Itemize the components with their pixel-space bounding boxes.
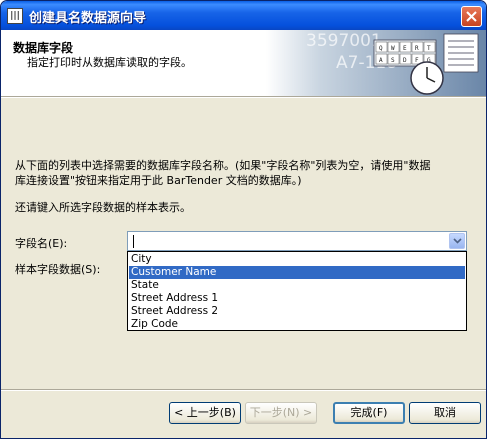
description-line-1: 从下面的列表中选择需要的数据库字段名称。(如果"字段名称"列表为空，请使用"数据 <box>15 159 431 172</box>
field-name-label: 字段名(E): <box>15 237 68 250</box>
close-button[interactable] <box>461 6 482 27</box>
key-t: T <box>427 45 431 52</box>
description-line-2: 库连接设置"按钮来指定用于此 BarTender 文档的数据库。) <box>15 174 302 187</box>
spreadsheet-icon <box>443 33 479 73</box>
key-f: F <box>415 57 419 64</box>
dropdown-button[interactable] <box>449 233 465 249</box>
wizard-window: ||| 创建具名数据源向导 数据库字段 指定打印时从数据库读取的字段。 3597… <box>0 0 487 439</box>
next-button[interactable]: 下一步(N) > <box>245 402 317 424</box>
wizard-header: 数据库字段 指定打印时从数据库读取的字段。 3597001 A7-118 Q W… <box>1 30 486 96</box>
header-illustration: 3597001 A7-118 Q W E R T A S D F G <box>266 30 486 96</box>
option-zip-code[interactable]: Zip Code <box>129 318 465 331</box>
option-customer-name[interactable]: Customer Name <box>129 266 465 279</box>
title-bar[interactable]: ||| 创建具名数据源向导 <box>1 1 486 30</box>
option-state[interactable]: State <box>129 279 465 292</box>
header-art-number-1: 3597001 <box>306 31 382 51</box>
page-subtitle: 指定打印时从数据库读取的字段。 <box>27 56 192 69</box>
field-name-combobox[interactable] <box>127 231 467 251</box>
footer-separator <box>1 389 486 391</box>
key-d: D <box>403 57 407 64</box>
option-street-address-1[interactable]: Street Address 1 <box>129 292 465 305</box>
sample-note: 还请键入所选字段数据的样本表示。 <box>15 201 191 214</box>
window-title: 创建具名数据源向导 <box>29 11 147 26</box>
option-street-address-2[interactable]: Street Address 2 <box>129 305 465 318</box>
chevron-down-icon <box>453 238 462 244</box>
text-caret <box>133 235 134 248</box>
key-e: E <box>403 45 407 52</box>
field-name-dropdown-list[interactable]: City Customer Name State Street Address … <box>127 251 467 331</box>
clock-icon <box>410 61 444 95</box>
bartender-app-icon: ||| <box>7 8 23 24</box>
key-a: A <box>379 57 383 64</box>
finish-button[interactable]: 完成(F) <box>333 402 405 424</box>
back-button[interactable]: < 上一步(B) <box>169 402 241 424</box>
header-separator <box>1 96 486 98</box>
key-r: R <box>415 45 419 52</box>
key-q: Q <box>379 45 383 52</box>
key-w: W <box>391 45 395 52</box>
option-city[interactable]: City <box>129 253 465 266</box>
close-icon <box>466 11 477 22</box>
sample-data-label: 样本字段数据(S): <box>15 263 101 276</box>
key-s: S <box>391 57 395 64</box>
cancel-button[interactable]: 取消 <box>409 402 481 424</box>
